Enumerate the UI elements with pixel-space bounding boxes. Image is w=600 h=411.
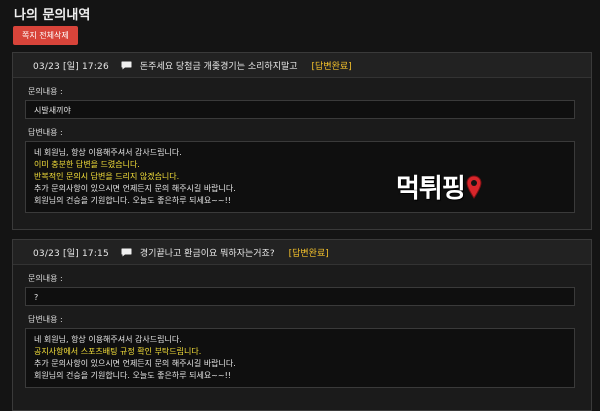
answer-line: 회원님의 건승을 기원합니다. 오늘도 좋은하루 되세요~~!! <box>34 196 231 205</box>
inquiry-date: 03/23 [일] 17:15 <box>33 248 109 259</box>
inquiry-header[interactable]: 03/23 [일] 17:26 돈주세요 당첨금 개좆경기는 소리하지말고 [답… <box>13 53 591 78</box>
answer-line: 네 회원님, 항상 이용해주셔서 감사드립니다. <box>34 148 182 157</box>
inquiry-date: 03/23 [일] 17:26 <box>33 61 109 72</box>
watermark-logo: 먹튀핑 <box>396 168 482 205</box>
page-title: 나의 문의내역 <box>14 8 91 23</box>
question-content: 시발새끼야 <box>25 100 575 119</box>
answer-label: 답변내용 : <box>28 315 63 324</box>
message-bubble-icon <box>121 248 132 256</box>
answer-line-highlight: 공지사항에서 스포츠배팅 규정 확인 부탁드립니다. <box>34 347 202 356</box>
answer-line: 회원님의 건승을 기원합니다. 오늘도 좋은하루 되세요~~!! <box>34 371 231 380</box>
inquiry-subject: 경기끝나고 환금이요 뭐하자는거죠? <box>139 248 275 259</box>
answer-content: 네 회원님, 항상 이용해주셔서 감사드립니다. 이미 충분한 답변을 드렸습니… <box>25 141 575 213</box>
answer-line-highlight: 이미 충분한 답변을 드렸습니다. <box>34 160 140 169</box>
inquiry-card: 03/23 [일] 17:26 돈주세요 당첨금 개좆경기는 소리하지말고 [답… <box>12 52 592 230</box>
map-pin-icon <box>466 174 482 199</box>
delete-all-messages-button[interactable]: 쪽지 전체삭제 <box>13 26 78 45</box>
watermark-text: 먹튀핑 <box>396 174 466 204</box>
answer-label: 답변내용 : <box>28 128 63 137</box>
answer-line: 추가 문의사항이 있으시면 언제든지 문의 해주시길 바랍니다. <box>34 184 236 193</box>
inquiry-subject: 돈주세요 당첨금 개좆경기는 소리하지말고 <box>139 61 298 72</box>
question-content: ? <box>25 287 575 306</box>
answer-line: 네 회원님, 항상 이용해주셔서 감사드립니다. <box>34 335 182 344</box>
message-bubble-icon <box>121 61 132 69</box>
answer-line-highlight: 반복적인 문의시 답변을 드리지 않겠습니다. <box>34 172 180 181</box>
status-badge: [답변완료] <box>311 61 352 72</box>
question-label: 문의내용 : <box>28 274 63 283</box>
status-badge: [답변완료] <box>288 248 329 259</box>
inquiry-header[interactable]: 03/23 [일] 17:15 경기끝나고 환금이요 뭐하자는거죠? [답변완료… <box>13 240 591 265</box>
inquiry-card: 03/23 [일] 17:15 경기끝나고 환금이요 뭐하자는거죠? [답변완료… <box>12 239 592 411</box>
question-label: 문의내용 : <box>28 87 63 96</box>
answer-line: 추가 문의사항이 있으시면 언제든지 문의 해주시길 바랍니다. <box>34 359 236 368</box>
answer-content: 네 회원님, 항상 이용해주셔서 감사드립니다. 공지사항에서 스포츠배팅 규정… <box>25 328 575 388</box>
